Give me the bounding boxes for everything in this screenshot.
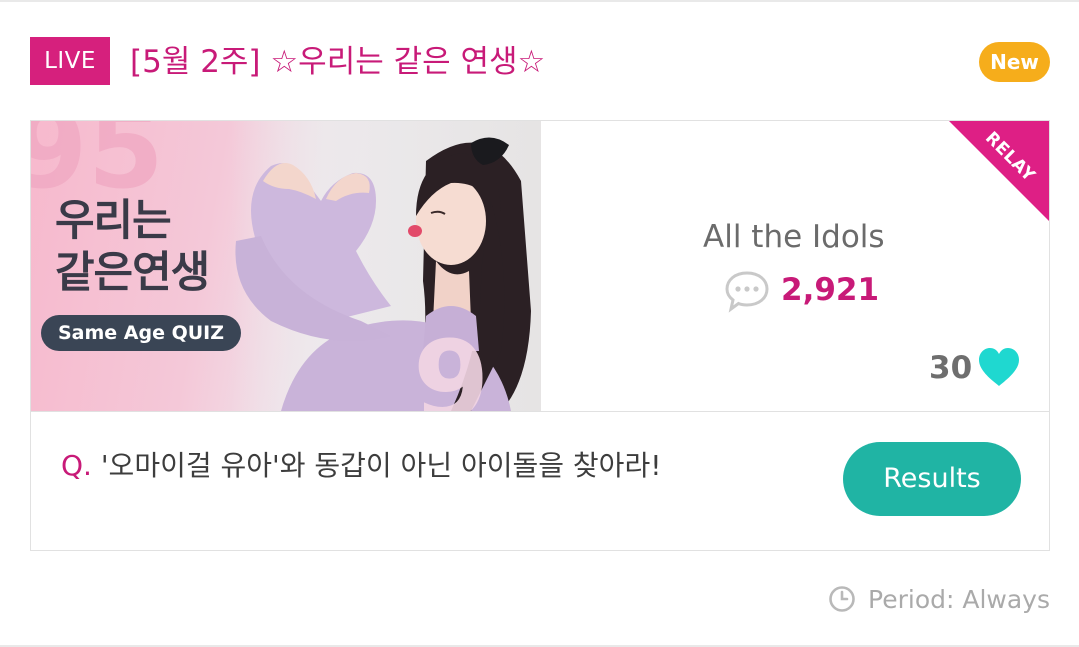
- quiz-thumbnail[interactable]: 95: [31, 121, 541, 411]
- clock-icon: [828, 585, 856, 613]
- question-prefix: Q.: [61, 449, 92, 482]
- source-name[interactable]: All the Idols: [703, 219, 885, 255]
- thumbnail-title-line1: 우리는: [55, 196, 172, 246]
- post-title[interactable]: [5월 2주] ☆우리는 같은 연생☆: [130, 40, 545, 84]
- quiz-question: Q. '오마이걸 유아'와 동갑이 아닌 아이돌을 찾아라!: [61, 444, 661, 484]
- thumbnail-title-line2: 같은연생: [55, 248, 210, 298]
- live-badge: LIVE: [30, 37, 110, 85]
- card-top[interactable]: 95: [31, 121, 1049, 412]
- question-text: '오마이걸 유아'와 동갑이 아닌 아이돌을 찾아라!: [100, 449, 662, 482]
- new-badge: New: [979, 42, 1050, 82]
- comment-count: 2,921: [781, 272, 880, 308]
- results-button[interactable]: Results: [843, 442, 1021, 516]
- thumbnail-bg-number-bottom: 9: [413, 317, 490, 411]
- relay-corner-badge: RELAY: [949, 121, 1049, 221]
- heart-icon[interactable]: [976, 346, 1022, 392]
- thumbnail-pill: Same Age QUIZ: [41, 315, 241, 351]
- thumbnail-title: 우리는 같은연생: [55, 195, 210, 299]
- quiz-post: LIVE [5월 2주] ☆우리는 같은 연생☆ New 95: [0, 0, 1079, 647]
- period-info: Period: Always: [828, 582, 1050, 616]
- likes-count: 30: [929, 350, 973, 386]
- speech-bubble-icon: [723, 269, 771, 317]
- quiz-card[interactable]: 95: [30, 120, 1050, 551]
- period-text: Period: Always: [868, 584, 1050, 614]
